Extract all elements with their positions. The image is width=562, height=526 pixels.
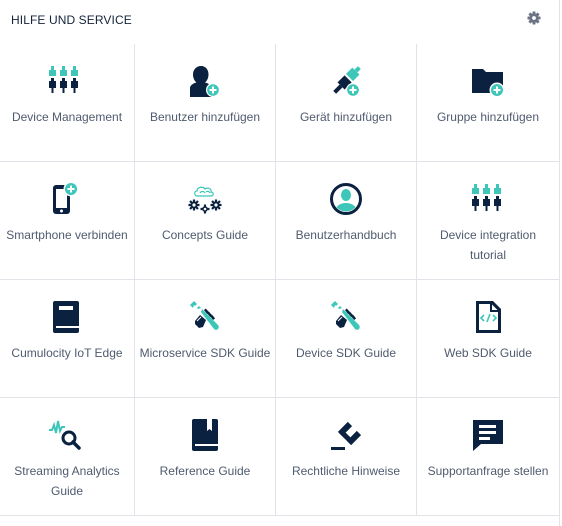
tile-cumulocity-iot-edge[interactable]: Cumulocity IoT Edge [0, 280, 135, 398]
cloud-gears-icon [187, 181, 223, 217]
widget-title: HILFE UND SERVICE [11, 13, 132, 27]
plugs-icon [47, 63, 83, 99]
tile-label: Device integration tutorial [439, 228, 537, 262]
tile-label: Microservice SDK Guide [139, 346, 271, 360]
tile-label: Device Management [11, 110, 123, 124]
add-device-plug-icon [328, 63, 364, 99]
book-icon [47, 299, 83, 335]
tile-label: Web SDK Guide [444, 346, 532, 360]
gear-icon[interactable] [527, 11, 541, 25]
code-file-icon [470, 299, 506, 335]
tile-device-integration-tutorial[interactable]: Device integration tutorial [417, 162, 559, 280]
analytics-search-icon [47, 417, 83, 453]
tile-label: Supportanfrage stellen [427, 464, 549, 478]
tile-label: Smartphone verbinden [6, 228, 128, 242]
help-and-service-widget: HILFE UND SERVICE Device Management Benu… [0, 0, 560, 526]
tile-device-sdk-guide[interactable]: Device SDK Guide [276, 280, 417, 398]
add-smartphone-icon [47, 181, 83, 217]
tile-user-manual[interactable]: Benutzerhandbuch [276, 162, 417, 280]
tile-label: Benutzer hinzufügen [149, 110, 261, 124]
add-user-icon [187, 63, 223, 99]
tile-label: Gruppe hinzufügen [436, 110, 540, 124]
tile-connect-smartphone[interactable]: Smartphone verbinden [0, 162, 135, 280]
tile-streaming-analytics-guide[interactable]: Streaming Analytics Guide [0, 398, 135, 516]
tile-label: Cumulocity IoT Edge [11, 346, 123, 360]
wrench-hand-icon [187, 299, 223, 335]
tile-add-device[interactable]: Gerät hinzufügen [276, 44, 417, 162]
widget-header: HILFE UND SERVICE [0, 0, 559, 44]
wrench-hand-icon [328, 299, 364, 335]
tile-label: Reference Guide [159, 464, 251, 478]
tile-legal-notice[interactable]: Rechtliche Hinweise [276, 398, 417, 516]
user-circle-icon [328, 181, 364, 217]
tile-label: Concepts Guide [161, 228, 249, 242]
tile-label: Benutzerhandbuch [295, 228, 397, 242]
tile-label: Rechtliche Hinweise [291, 464, 401, 478]
chat-message-icon [470, 417, 506, 453]
tile-add-group[interactable]: Gruppe hinzufügen [417, 44, 559, 162]
gavel-icon [328, 417, 364, 453]
help-tiles-grid: Device Management Benutzer hinzufügen Ge… [0, 44, 559, 516]
tile-web-sdk-guide[interactable]: Web SDK Guide [417, 280, 559, 398]
bookmark-book-icon [187, 417, 223, 453]
tile-microservice-sdk-guide[interactable]: Microservice SDK Guide [135, 280, 276, 398]
tile-label: Device SDK Guide [295, 346, 397, 360]
tile-label: Streaming Analytics Guide [14, 464, 120, 498]
tile-support-request[interactable]: Supportanfrage stellen [417, 398, 559, 516]
tile-label: Gerät hinzufügen [299, 110, 393, 124]
tile-add-user[interactable]: Benutzer hinzufügen [135, 44, 276, 162]
plugs-icon [470, 181, 506, 217]
tile-device-management[interactable]: Device Management [0, 44, 135, 162]
tile-reference-guide[interactable]: Reference Guide [135, 398, 276, 516]
tile-concepts-guide[interactable]: Concepts Guide [135, 162, 276, 280]
add-folder-icon [470, 63, 506, 99]
